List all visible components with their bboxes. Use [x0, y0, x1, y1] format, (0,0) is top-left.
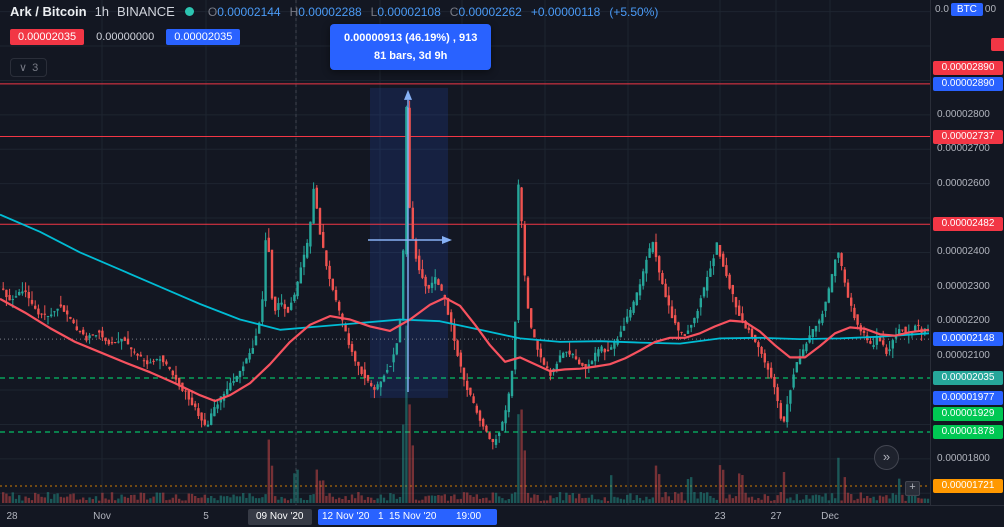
time-axis-tick: 28 [6, 511, 18, 522]
measure-range-date: 1 [378, 511, 384, 522]
currency-unit-prefix: 0.0 [935, 4, 949, 15]
price-scale-badge[interactable]: 0.00001929 [933, 407, 1003, 422]
price-chip-row: 0.00002035 0.00000000 0.00002035 [10, 29, 241, 45]
level-lines[interactable] [0, 83, 930, 487]
exchange-label[interactable]: BINANCE [117, 4, 175, 19]
time-axis-tick: 5 [203, 511, 209, 522]
price-scale[interactable]: 0.0 BTC 00 0.00002800 0.00002700 0.0000260… [930, 0, 1004, 505]
price-scale-label: 0.00002800 [937, 108, 990, 120]
change-percent: (+5.50%) [609, 4, 659, 19]
ohlc-open: O0.00002144 [207, 4, 281, 19]
change-value: +0.00000118 [530, 4, 601, 19]
time-axis-tick: 23 [714, 511, 726, 522]
chart-legend: Ark / Bitcoin 1h BINANCE O0.00002144 H0.… [10, 4, 658, 19]
price-scale-label: 0.00002700 [937, 143, 990, 155]
clipped-price-badge[interactable] [991, 38, 1004, 51]
price-scale-badge[interactable]: 0.00002890 [933, 60, 1003, 75]
measure-range-date: 12 Nov '20 [322, 511, 370, 522]
price-scale-label: 0.00002300 [937, 280, 990, 292]
measure-range-date: 19:00 [456, 511, 482, 522]
measure-tooltip[interactable]: 0.00000913 (46.19%) , 913 81 bars, 3d 9h [330, 24, 492, 71]
price-scale-label: 0.00002600 [937, 177, 990, 189]
btc-unit-button[interactable]: BTC [950, 3, 983, 16]
order-price-badge-blue[interactable]: 0.00002035 [166, 29, 241, 45]
price-scale-plus-button[interactable]: + [905, 481, 920, 496]
price-scale-unit-row: 0.0 BTC 00 [935, 3, 996, 16]
ohlc-high: H0.00002288 [289, 4, 362, 19]
date-anchor-badge[interactable]: 09 Nov '20 [248, 509, 312, 525]
interval-label[interactable]: 1h [95, 4, 109, 19]
market-status-icon [184, 7, 194, 16]
price-scale-badge[interactable]: 0.00002148 [933, 332, 1003, 347]
measure-range-date: 15 Nov '20 [389, 511, 437, 522]
price-scale-badge[interactable]: 0.00002482 [933, 217, 1003, 232]
price-scale-badge[interactable]: 0.00001878 [933, 425, 1003, 439]
tradingview-chart-window: Ark / Bitcoin 1h BINANCE O0.00002144 H0.… [0, 0, 1004, 527]
price-scale-label: 0.00002400 [937, 246, 990, 258]
ohlc-readout: O0.00002144 H0.00002288 L0.00002108 C0.0… [208, 5, 659, 19]
ohlc-low: L0.00002108 [370, 4, 441, 19]
candles [2, 100, 930, 450]
symbol-title[interactable]: Ark / Bitcoin [10, 4, 87, 19]
time-axis-tick: 27 [770, 511, 782, 522]
alert-price-badge-red[interactable]: 0.00002035 [10, 29, 85, 45]
legend-collapse-count: 3 [32, 61, 39, 74]
grid-lines [0, 0, 930, 505]
price-scale-badge[interactable]: 0.00002737 [933, 129, 1003, 144]
time-axis[interactable]: 28 Nov 5 23 27 Dec 09 Nov '20 12 Nov '20 1 15 Nov… [0, 505, 1004, 527]
measure-bars-line: 81 bars, 3d 9h [373, 50, 448, 63]
price-scale-badge[interactable]: 0.00002890 [933, 76, 1003, 91]
price-scale-label: 0.00002100 [937, 349, 990, 361]
currency-unit-suffix: 00 [984, 4, 997, 15]
double-chevron-right-icon: » [882, 449, 891, 464]
price-scale-label: 0.00001800 [937, 452, 990, 464]
price-chart-canvas[interactable] [0, 0, 930, 505]
price-scale-label: 0.00002200 [937, 315, 990, 327]
time-axis-tick: Nov [93, 511, 111, 522]
price-scale-badge[interactable]: 0.00002035 [933, 371, 1003, 385]
measure-range-badge[interactable]: 12 Nov '20 1 15 Nov '20 19:00 [318, 509, 497, 525]
ohlc-close: C0.00002262 [449, 4, 522, 19]
goto-realtime-button[interactable]: » [874, 445, 899, 470]
zero-value-label: 0.00000000 [96, 31, 155, 43]
ma-slow-line[interactable] [0, 213, 930, 345]
plus-icon: + [909, 481, 916, 493]
measure-diff-line: 0.00000913 (46.19%) , 913 [344, 32, 478, 44]
time-axis-tick: Dec [821, 511, 839, 522]
chevron-down-icon: ∨ [19, 62, 28, 74]
price-scale-badge[interactable]: 0.00001977 [933, 390, 1003, 405]
price-scale-badge[interactable]: 0.00001721 [933, 479, 1003, 494]
legend-collapse-button[interactable]: ∨ 3 [10, 58, 48, 77]
